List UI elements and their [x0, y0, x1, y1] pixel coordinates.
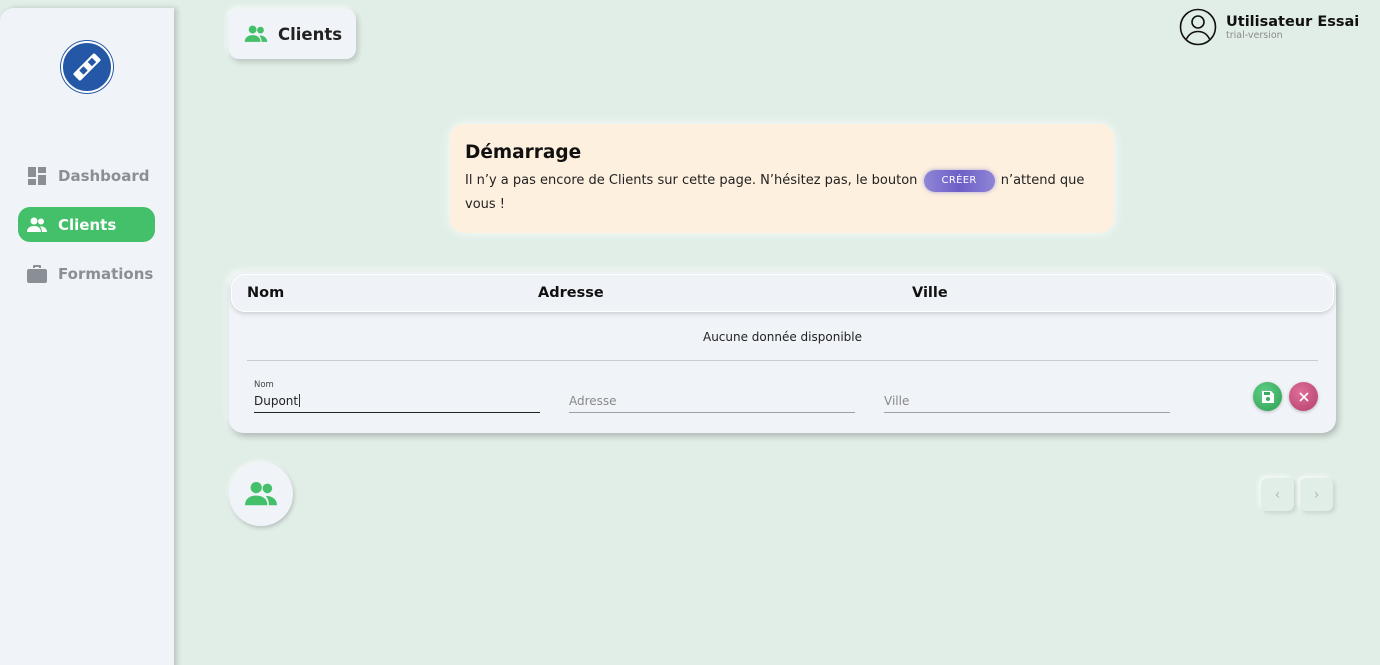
- seatbelt-icon: [73, 53, 101, 81]
- people-icon: [244, 25, 268, 43]
- people-icon: [245, 482, 277, 506]
- nom-label: Nom: [254, 380, 274, 390]
- ville-input[interactable]: Ville: [884, 394, 909, 408]
- sidebar-item-label: Dashboard: [58, 166, 150, 185]
- getting-started-card: Démarrage Il n’y a pas encore de Clients…: [450, 124, 1114, 233]
- empty-state-text: Aucune donnée disponible: [702, 330, 862, 344]
- user-menu[interactable]: Utilisateur Essai trial-version: [1179, 8, 1359, 46]
- adresse-field[interactable]: Adresse: [569, 378, 855, 413]
- save-icon: [1261, 390, 1274, 403]
- clients-table: Nom Adresse Ville Aucune donnée disponib…: [229, 272, 1336, 433]
- adresse-input[interactable]: Adresse: [569, 394, 617, 408]
- briefcase-icon: [27, 264, 47, 284]
- user-subtitle: trial-version: [1226, 29, 1283, 41]
- user-name: Utilisateur Essai: [1226, 13, 1360, 30]
- info-title: Démarrage: [465, 142, 582, 163]
- sidebar-item-clients[interactable]: Clients: [18, 207, 155, 242]
- info-text: Il n’y a pas encore de Clients sur cette…: [465, 169, 1099, 217]
- page-title: Clients: [229, 9, 356, 59]
- next-page-button[interactable]: ›: [1300, 478, 1333, 511]
- sidebar: Dashboard Clients Formations: [0, 8, 174, 665]
- cancel-button[interactable]: [1289, 382, 1318, 411]
- sidebar-item-dashboard[interactable]: Dashboard: [18, 158, 155, 193]
- save-button[interactable]: [1253, 382, 1282, 411]
- column-header-nom[interactable]: Nom: [247, 285, 284, 301]
- nom-field[interactable]: Nom Dupont: [254, 378, 540, 413]
- page-title-text: Clients: [278, 24, 343, 44]
- nom-input[interactable]: Dupont: [254, 394, 301, 408]
- clients-fab[interactable]: [229, 462, 293, 526]
- prev-page-button[interactable]: ‹: [1261, 478, 1294, 511]
- ville-field[interactable]: Ville: [884, 378, 1170, 413]
- table-header: Nom Adresse Ville: [231, 274, 1334, 312]
- create-button[interactable]: CRÉER: [923, 169, 995, 192]
- column-header-adresse[interactable]: Adresse: [538, 285, 604, 301]
- sidebar-item-label: Clients: [58, 215, 117, 234]
- people-icon: [27, 215, 47, 235]
- sidebar-item-formations[interactable]: Formations: [18, 256, 155, 291]
- dashboard-icon: [27, 166, 47, 186]
- user-avatar-icon: [1179, 8, 1217, 46]
- column-header-ville[interactable]: Ville: [912, 285, 948, 301]
- sidebar-item-label: Formations: [58, 264, 154, 283]
- app-logo[interactable]: [61, 41, 113, 93]
- info-text-before: Il n’y a pas encore de Clients sur cette…: [465, 173, 918, 188]
- divider: [247, 360, 1318, 361]
- close-icon: [1298, 391, 1309, 402]
